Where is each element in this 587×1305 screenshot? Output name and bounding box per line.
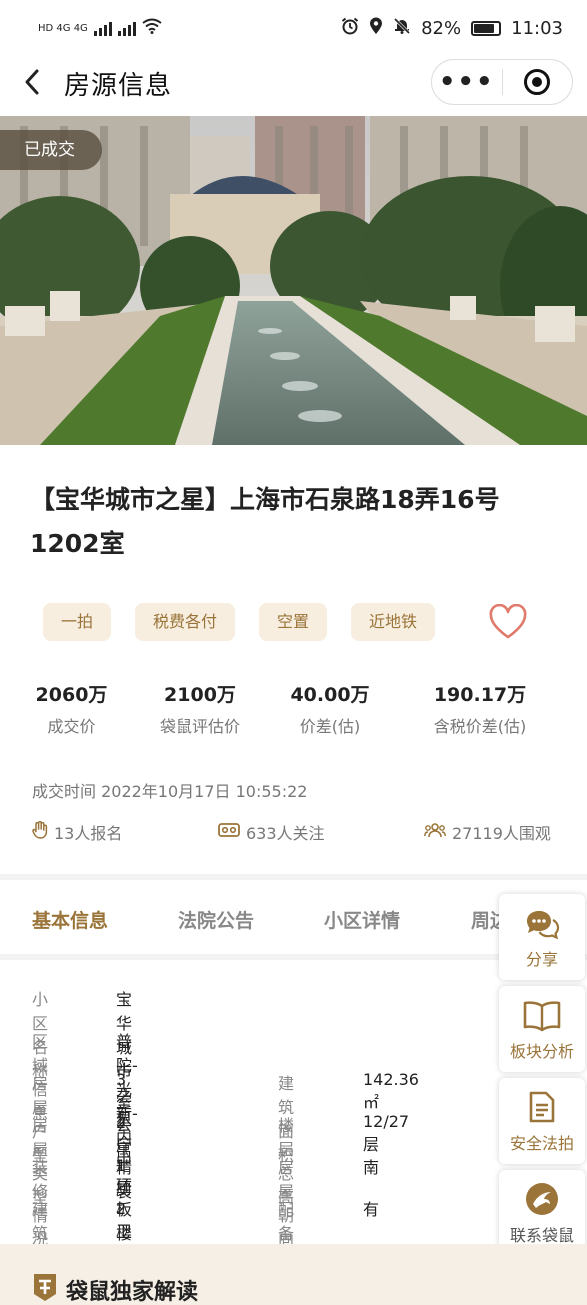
- wifi-icon: [142, 18, 162, 38]
- target-icon: [524, 69, 551, 95]
- signal-icon-2: [117, 20, 136, 36]
- network-label: HD 4G 4G: [38, 22, 88, 34]
- stat-label: 成交价: [47, 717, 96, 736]
- engagement-row: 13人报名 633人关注 27119人围观: [0, 820, 587, 844]
- info-value: 有: [363, 1200, 380, 1219]
- share-label: 分享: [525, 950, 558, 969]
- status-right: 82% 11:03: [341, 17, 563, 40]
- open-book-icon: [499, 986, 585, 1032]
- stat-value: 190.17万: [433, 684, 527, 706]
- viewers: 27119人围观: [424, 820, 551, 844]
- vr-glasses-icon: [218, 822, 240, 842]
- followers-text: 633人关注: [246, 824, 325, 843]
- signal-icon: [93, 20, 112, 36]
- signal-indicators: HD 4G 4G: [38, 18, 162, 38]
- tag-vacant: 空置: [259, 603, 328, 641]
- listing-title: 【宝华城市之星】上海市石泉路18弄16号1202室: [30, 485, 500, 558]
- mute-bell-icon: [393, 17, 411, 40]
- status-bar: HD 4G 4G 82% 11:03: [0, 0, 587, 56]
- stat-label: 价差(估): [299, 717, 361, 736]
- followers: 633人关注: [218, 820, 325, 844]
- info-value: 板楼: [116, 1200, 133, 1243]
- tag-auction-round: 一拍: [43, 603, 112, 641]
- contact-label: 联系袋鼠: [509, 1226, 574, 1245]
- stat-label: 含税价差(估): [433, 717, 527, 736]
- tab-basic-info[interactable]: 基本信息: [32, 906, 108, 933]
- stat-label: 袋鼠评估价: [159, 717, 240, 736]
- safe-auction-button[interactable]: 安全法拍: [499, 1078, 585, 1164]
- tag-list: 一拍 税费各付 空置 近地铁: [43, 603, 436, 641]
- kangaroo-badge-icon: [32, 1272, 58, 1305]
- clock: 11:03: [511, 17, 563, 39]
- page-title: 房源信息: [64, 71, 173, 101]
- info-value: 精装: [116, 1158, 133, 1201]
- favorite-heart-icon[interactable]: [488, 603, 528, 640]
- nav-bar: 房源信息 •••: [0, 56, 587, 110]
- document-icon: [499, 1078, 585, 1124]
- tag-near-metro: 近地铁: [351, 603, 436, 641]
- stat-tax-diff: 190.17万 含税价差(估): [395, 680, 565, 737]
- chat-bubbles-icon: [499, 894, 585, 940]
- exclusive-title: 袋鼠独家解读: [66, 1280, 199, 1305]
- stat-deal-price: 2060万 成交价: [0, 680, 135, 737]
- stat-value: 2100万: [164, 684, 236, 706]
- battery-percent: 82%: [421, 17, 462, 39]
- kangaroo-logo-icon: [499, 1170, 585, 1216]
- hand-icon: [32, 821, 48, 843]
- info-value: 142.36㎡: [363, 1070, 419, 1112]
- share-button[interactable]: 分享: [499, 894, 585, 980]
- mini-program-capsule: •••: [431, 59, 573, 105]
- stat-value: 40.00万: [290, 684, 370, 706]
- info-value: 公寓: [116, 1116, 133, 1159]
- sold-badge: 已成交: [0, 130, 102, 170]
- alarm-icon: [341, 17, 359, 40]
- info-value: 12/27层: [363, 1112, 410, 1154]
- stat-price-diff: 40.00万 价差(估): [265, 680, 395, 737]
- battery-icon: [471, 20, 502, 36]
- sector-analysis-label: 板块分析: [509, 1042, 574, 1061]
- tag-tax: 税费各付: [135, 603, 236, 641]
- sector-analysis-button[interactable]: 板块分析: [499, 986, 585, 1072]
- property-photo[interactable]: 已成交: [0, 116, 587, 445]
- signups-text: 13人报名: [54, 824, 123, 843]
- back-icon[interactable]: [20, 66, 48, 98]
- safe-auction-label: 安全法拍: [509, 1134, 574, 1153]
- viewers-text: 27119人围观: [452, 824, 551, 843]
- price-stats: 2060万 成交价 2100万 袋鼠评估价 40.00万 价差(估) 190.1…: [0, 680, 587, 737]
- close-button[interactable]: [503, 69, 573, 95]
- tab-community-details[interactable]: 小区详情: [324, 906, 400, 933]
- stat-value: 2060万: [35, 684, 108, 706]
- tab-court-notice[interactable]: 法院公告: [178, 906, 254, 933]
- location-icon: [369, 17, 383, 40]
- stat-estimate: 2100万 袋鼠评估价: [135, 680, 265, 737]
- deal-time: 成交时间 2022年10月17日 10:55:22: [32, 782, 308, 801]
- more-button[interactable]: •••: [432, 69, 502, 95]
- signups: 13人报名: [32, 820, 122, 844]
- people-icon: [424, 822, 446, 842]
- exclusive-heading: 袋鼠独家解读: [32, 1272, 198, 1305]
- info-value: 南: [363, 1158, 380, 1177]
